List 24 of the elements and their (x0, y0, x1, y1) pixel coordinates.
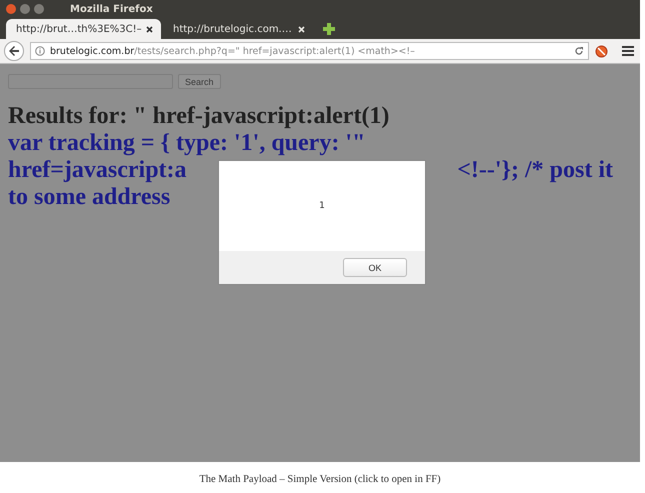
url-text: brutelogic.com.br/tests/search.php?q=" href=javascript:alert(1) <math><!– (50, 46, 415, 56)
browser-tab[interactable]: http://brut…th%3E%3C!– (6, 19, 161, 39)
back-button[interactable] (4, 41, 24, 61)
figure-caption: The Math Payload – Simple Version (click to open in FF) (199, 474, 441, 485)
address-bar[interactable]: brutelogic.com.br/tests/search.php?q=" href=javascript:alert(1) <math><!– (30, 42, 589, 60)
script-text: var tracking = { type: '1', query: '" (8, 130, 366, 157)
window-title: Mozilla Firefox (70, 4, 153, 14)
reload-icon[interactable] (574, 46, 584, 56)
ok-button[interactable]: OK (343, 258, 407, 277)
maximize-icon[interactable] (34, 4, 44, 14)
info-icon[interactable] (35, 46, 45, 56)
script-text: to some address (8, 184, 170, 211)
close-icon[interactable] (146, 26, 153, 32)
results-heading: Results for: " href-javascript:alert(1) (8, 103, 390, 130)
plus-icon[interactable] (323, 23, 335, 35)
browser-tab[interactable]: http://brutelogic.com.… (163, 19, 313, 39)
search-button[interactable]: Search (178, 74, 221, 89)
blocked-icon[interactable] (595, 44, 608, 58)
script-text: <!--'}; /* post it (457, 157, 613, 184)
alert-message: 1 (319, 201, 325, 211)
menu-icon[interactable] (622, 46, 634, 56)
back-arrow-icon (8, 45, 20, 57)
script-text: href=javascript:a (8, 157, 187, 184)
minimize-icon[interactable] (20, 4, 30, 14)
